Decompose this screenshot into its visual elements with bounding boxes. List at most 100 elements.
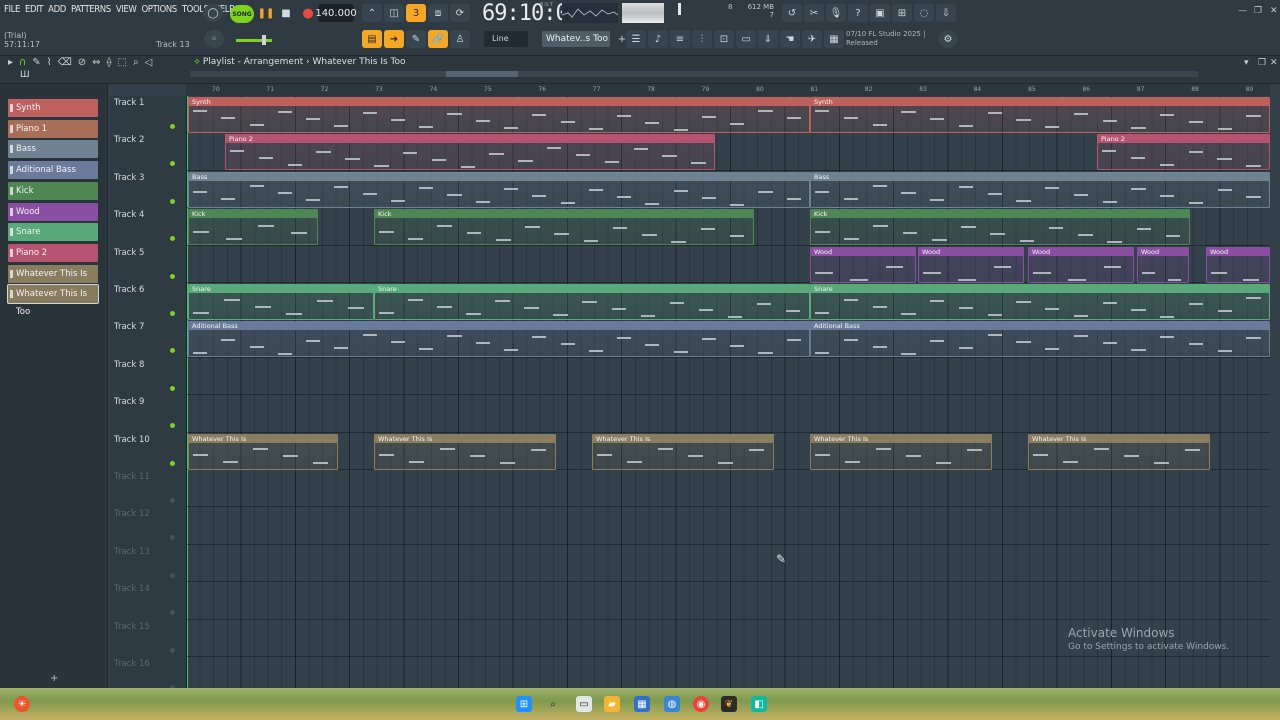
- volume-handle[interactable]: [262, 35, 266, 45]
- track-label[interactable]: Track 6: [114, 285, 144, 295]
- clip-what[interactable]: Whatever This Is: [188, 433, 338, 470]
- snap-selector[interactable]: Line: [484, 31, 528, 47]
- task-view-icon[interactable]: ▭: [576, 696, 592, 712]
- project-icon[interactable]: ▭: [736, 30, 756, 48]
- master-volume-slider[interactable]: [236, 35, 272, 45]
- metronome-icon[interactable]: ⌃: [362, 4, 382, 22]
- pattern-song-icon[interactable]: ▤: [362, 30, 382, 48]
- zoom-icon[interactable]: ⌕: [133, 57, 139, 68]
- mute-icon[interactable]: ⊘: [78, 57, 86, 68]
- clip-wood[interactable]: Wood: [918, 246, 1024, 283]
- store-app-icon[interactable]: ▦: [634, 696, 650, 712]
- track-enable-led[interactable]: [170, 348, 175, 354]
- clip-wood[interactable]: Wood: [1137, 246, 1189, 283]
- clip-snare[interactable]: Snare: [810, 284, 1270, 320]
- clip-bass[interactable]: Bass: [810, 171, 1270, 208]
- track-label[interactable]: Track 15: [114, 622, 150, 632]
- clip-kick[interactable]: Kick: [188, 209, 318, 246]
- picker-toggle-icon[interactable]: Ш: [20, 70, 30, 80]
- clip-what[interactable]: Whatever This Is: [374, 433, 556, 470]
- download-icon[interactable]: ⇩: [936, 4, 956, 22]
- help-icon[interactable]: ?: [848, 4, 868, 22]
- fl-studio-icon[interactable]: ❦: [721, 696, 737, 712]
- clip-kick[interactable]: Kick: [374, 209, 754, 246]
- track-enable-led[interactable]: [170, 124, 175, 129]
- clip-kick[interactable]: Kick: [810, 209, 1190, 246]
- song-mode-toggle[interactable]: SONG: [230, 5, 254, 23]
- track-label[interactable]: Track 10: [114, 435, 150, 445]
- pencil-icon[interactable]: ✎: [406, 30, 426, 48]
- browser-icon[interactable]: ⊡: [714, 30, 734, 48]
- touch-icon[interactable]: ☚: [780, 30, 800, 48]
- channel-rack-icon[interactable]: ≡: [670, 30, 690, 48]
- track-label[interactable]: Track 3: [114, 173, 144, 183]
- track-label[interactable]: Track 9: [114, 397, 144, 407]
- menu-patterns[interactable]: PATTERNS: [71, 4, 111, 15]
- scrollbar-thumb[interactable]: [446, 71, 518, 77]
- magnet-icon[interactable]: ∩: [19, 57, 26, 68]
- news-panel[interactable]: 07/10 FL Studio 2025 | Released: [846, 30, 925, 48]
- edge-icon[interactable]: ◍: [664, 696, 680, 712]
- plugin-icon[interactable]: ⊞: [892, 4, 912, 22]
- select-icon[interactable]: ⬚: [118, 57, 127, 68]
- playback-icon[interactable]: ◁: [145, 57, 153, 68]
- settings-icon[interactable]: ⚙: [938, 30, 958, 48]
- menu-add[interactable]: ADD: [48, 4, 66, 15]
- arrow-right-icon[interactable]: ➜: [384, 30, 404, 48]
- slice-icon[interactable]: ⟠: [107, 57, 112, 68]
- track-enable-led[interactable]: [170, 610, 175, 616]
- close-icon[interactable]: ✕: [1270, 6, 1278, 16]
- track-enable-led[interactable]: [170, 423, 175, 429]
- loop-record-icon[interactable]: ⟳: [450, 4, 470, 22]
- playlist-minimize-icon[interactable]: ▾: [1244, 58, 1249, 68]
- horizontal-scrollbar[interactable]: [190, 71, 1198, 77]
- cut-icon[interactable]: ✂: [804, 4, 824, 22]
- track-label[interactable]: Track 2: [114, 135, 144, 145]
- wait-icon[interactable]: ◫: [384, 4, 404, 22]
- menu-file[interactable]: FILE: [4, 4, 20, 15]
- search-icon[interactable]: ⌕: [545, 696, 561, 712]
- start-icon[interactable]: ⊞: [516, 696, 532, 712]
- clip-bass[interactable]: Bass: [188, 171, 810, 208]
- store-icon[interactable]: ▦: [824, 30, 844, 48]
- tempo-tapper-icon[interactable]: ✈: [802, 30, 822, 48]
- pan-knob-icon[interactable]: ◯: [203, 4, 223, 22]
- track-label[interactable]: Track 13: [114, 547, 150, 557]
- master-pitch-knob-icon[interactable]: ◦: [204, 30, 224, 48]
- track-enable-led[interactable]: [170, 311, 175, 316]
- clip-what[interactable]: Whatever This Is: [810, 433, 992, 470]
- mic-icon[interactable]: 🎙: [826, 4, 846, 22]
- paint-icon[interactable]: ⌇: [47, 57, 52, 68]
- clip-wood[interactable]: Wood: [1206, 246, 1270, 283]
- menu-options[interactable]: OPTIONS: [141, 4, 177, 15]
- countdown-icon[interactable]: 3: [406, 4, 426, 22]
- restore-icon[interactable]: ❐: [1254, 6, 1262, 16]
- track-enable-led[interactable]: [170, 236, 175, 242]
- pattern-selector[interactable]: Whatev..s Too: [542, 31, 610, 47]
- track-enable-led[interactable]: [170, 273, 175, 279]
- track-label[interactable]: Track 4: [114, 210, 144, 220]
- playlist-maximize-icon[interactable]: ❐: [1258, 58, 1266, 68]
- track-enable-led[interactable]: [170, 460, 175, 466]
- picker-item-aditional-bass[interactable]: Aditional Bass: [8, 161, 98, 180]
- clip-wood[interactable]: Wood: [1028, 246, 1134, 283]
- stamp-icon[interactable]: ♙: [450, 30, 470, 48]
- picker-item-whatever-this-is[interactable]: Whatever This Is: [8, 264, 98, 283]
- track-enable-led[interactable]: [170, 572, 175, 578]
- draw-icon[interactable]: ✎: [32, 57, 40, 68]
- track-label[interactable]: Track 16: [114, 659, 150, 669]
- clip-wood[interactable]: Wood: [810, 246, 916, 283]
- tempo-display[interactable]: 140.000: [315, 4, 357, 22]
- menu-edit[interactable]: EDIT: [25, 4, 44, 15]
- picker-item-piano-2[interactable]: Piano 2: [8, 243, 98, 262]
- file-explorer-icon[interactable]: ▰: [604, 696, 620, 712]
- menu-arrow-icon[interactable]: ▸: [8, 57, 13, 68]
- picker-item-snare[interactable]: Snare: [8, 223, 98, 242]
- track-enable-led[interactable]: [170, 647, 175, 653]
- weather-icon[interactable]: ☀: [14, 696, 30, 712]
- picker-item-whatever-this-is-too[interactable]: Whatever This Is Too: [7, 284, 99, 317]
- timeline-ruler[interactable]: 70 71 72 73 74 75 76 77 78 79 80 81 82 83 84 85 86 87 88 89: [186, 84, 1270, 96]
- step-edit-icon[interactable]: ⧈: [428, 4, 448, 22]
- clip-snare[interactable]: Snare: [374, 284, 810, 320]
- add-pattern-plus-icon[interactable]: +: [50, 673, 58, 684]
